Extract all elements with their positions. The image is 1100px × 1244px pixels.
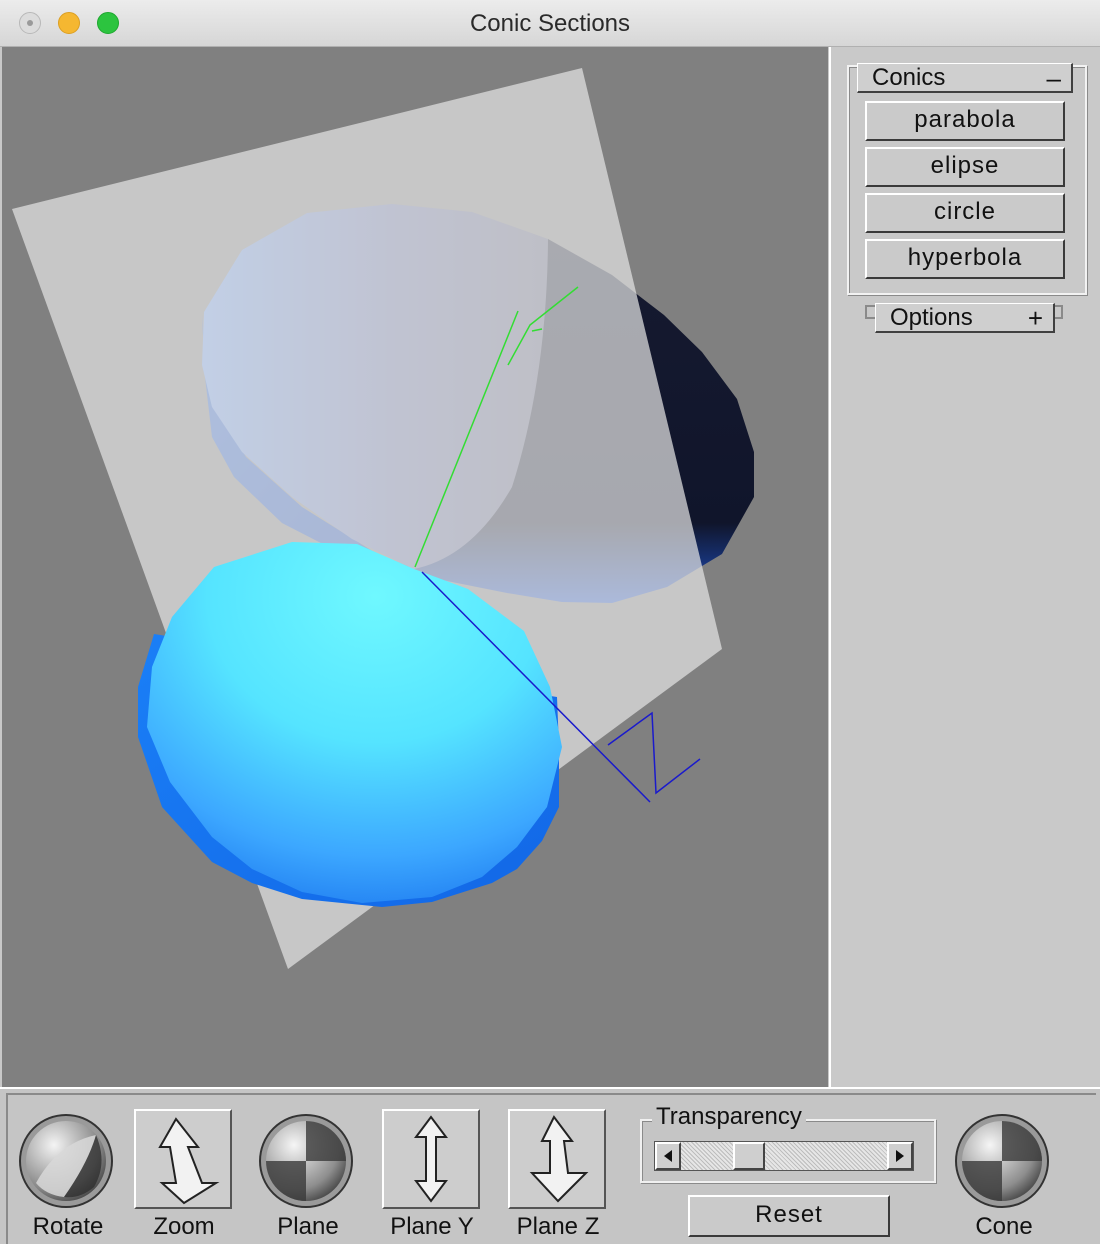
rotate-label: Rotate — [32, 1213, 104, 1240]
rotate-trackball-icon[interactable] — [18, 1113, 114, 1209]
zoom-arrow-icon — [158, 1117, 220, 1205]
slider-thumb[interactable] — [733, 1142, 766, 1170]
collapse-icon: – — [1046, 63, 1061, 93]
plane-z-control[interactable] — [508, 1109, 606, 1209]
transparency-group: Transparency — [640, 1103, 936, 1183]
side-panel: Conics – parabola elipse circle hyperbol… — [829, 47, 1100, 1087]
slider-right-arrow-button[interactable] — [887, 1142, 913, 1170]
bottom-toolbar: Rotate Zoom Plane Plane Y Plane Z Transp… — [0, 1087, 1100, 1244]
plane-z-label: Plane Z — [516, 1213, 600, 1240]
arrow-right-icon — [896, 1150, 904, 1162]
plane-y-label: Plane Y — [390, 1213, 474, 1240]
zoom-label: Zoom — [153, 1213, 215, 1240]
zoom-control[interactable] — [134, 1109, 232, 1209]
arrow-left-icon — [664, 1150, 672, 1162]
vertical-arrow-icon — [414, 1115, 448, 1203]
parabola-button[interactable]: parabola — [865, 101, 1065, 141]
cone-trackball-icon[interactable] — [954, 1113, 1050, 1209]
3d-viewport[interactable]: Y Z — [2, 47, 828, 1087]
elipse-button[interactable]: elipse — [865, 147, 1065, 187]
title-bar: Conic Sections — [0, 0, 1100, 47]
reset-button[interactable]: Reset — [688, 1195, 890, 1237]
window-title: Conic Sections — [469, 10, 631, 37]
conics-rollout-header[interactable]: Conics – — [857, 63, 1073, 93]
transparency-label: Transparency — [652, 1103, 806, 1131]
options-rollout-title: Options — [890, 304, 973, 331]
plane-label: Plane — [277, 1213, 339, 1240]
cone-label: Cone — [975, 1213, 1033, 1240]
options-bracket-left — [865, 305, 875, 319]
conics-rollout-title: Conics — [872, 64, 946, 91]
hyperbola-button[interactable]: hyperbola — [865, 239, 1065, 279]
conic-scene: Y Z — [12, 68, 754, 969]
plane-z-arrow-icon — [529, 1115, 589, 1203]
plane-trackball-icon[interactable] — [258, 1113, 354, 1209]
transparency-slider[interactable] — [654, 1141, 914, 1171]
plane-y-control[interactable] — [382, 1109, 480, 1209]
z-axis-glyph — [607, 711, 701, 795]
conics-rollout: Conics – parabola elipse circle hyperbol… — [847, 63, 1087, 295]
circle-button[interactable]: circle — [865, 193, 1065, 233]
z-axis-label: Z — [662, 736, 663, 738]
expand-icon: + — [1027, 303, 1043, 333]
options-rollout-header[interactable]: Options + — [875, 303, 1055, 333]
slider-left-arrow-button[interactable] — [655, 1142, 681, 1170]
